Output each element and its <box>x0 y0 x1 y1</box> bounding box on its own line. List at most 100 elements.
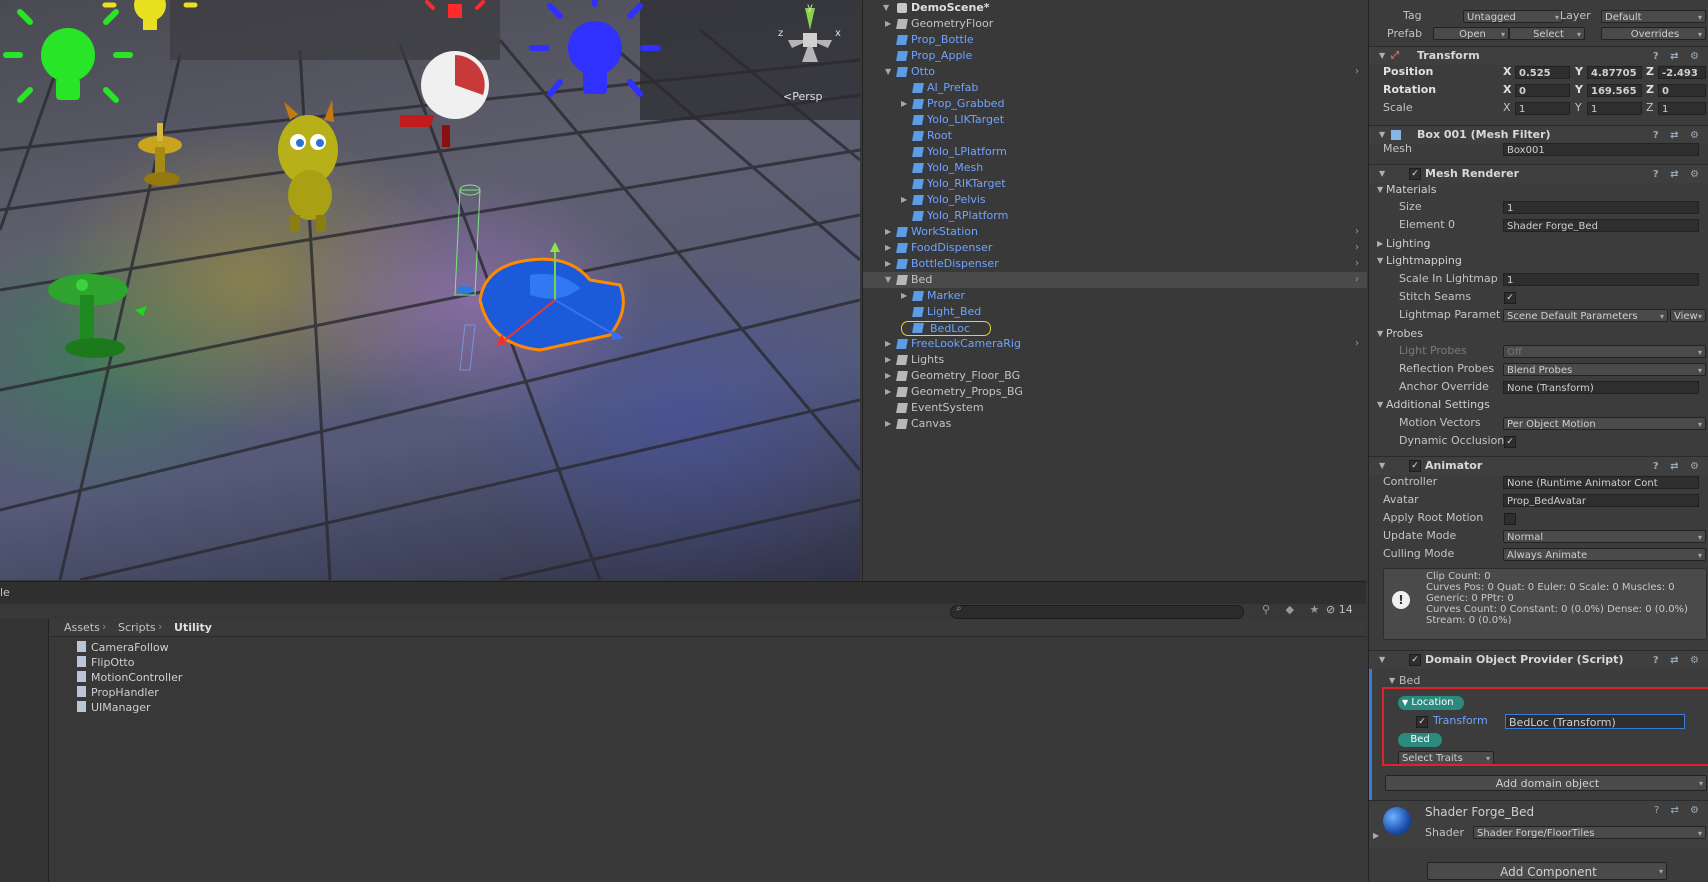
expand-right-icon[interactable]: ▶ <box>885 256 891 272</box>
add-component-button[interactable]: Add Component <box>1427 862 1667 880</box>
component-menu-icons[interactable]: ? ⇄ ⚙ <box>1654 805 1703 816</box>
hierarchy-row[interactable]: ▶ Lights <box>863 352 1367 368</box>
hierarchy-row[interactable]: BedLoc <box>863 320 1367 336</box>
rotation-y-field[interactable]: 169.565 <box>1587 84 1642 97</box>
scale-x-field[interactable]: 1 <box>1515 102 1570 115</box>
axis-gizmo[interactable]: y z x <box>770 0 850 80</box>
expand-right-icon[interactable]: ▶ <box>885 384 891 400</box>
material-foldout-arrow[interactable]: ▶ <box>1373 831 1379 840</box>
filter-icons[interactable]: ⚲ ◆ ★ <box>1262 603 1325 616</box>
expand-right-icon[interactable]: ▶ <box>885 224 891 240</box>
green-pedestal[interactable] <box>40 270 150 370</box>
dynamic-occlusion-checkbox[interactable]: ✓ <box>1504 436 1516 448</box>
expand-down-icon[interactable]: ▼ <box>885 64 891 80</box>
materials-foldout[interactable]: ▼ Materials <box>1369 182 1708 198</box>
chevron-right-icon[interactable]: › <box>1355 256 1359 272</box>
blue-light-icon[interactable] <box>520 0 670 115</box>
tag-dropdown[interactable]: Untagged <box>1463 10 1563 23</box>
persp-label[interactable]: <Persp <box>783 90 822 103</box>
layer-dropdown[interactable]: Default <box>1601 10 1706 23</box>
breadcrumb-scripts[interactable]: Scripts <box>118 621 156 634</box>
hierarchy-row[interactable]: ▶ Geometry_Floor_BG <box>863 368 1367 384</box>
hierarchy-row[interactable]: Yolo_RIKTarget <box>863 176 1367 192</box>
chevron-right-icon[interactable]: › <box>1355 272 1359 288</box>
project-search-input[interactable] <box>950 605 1244 619</box>
rotation-z-field[interactable]: 0 <box>1658 84 1706 97</box>
hierarchy-row[interactable]: Yolo_LIKTarget <box>863 112 1367 128</box>
add-domain-object-button[interactable]: Add domain object <box>1385 775 1707 791</box>
element0-field[interactable]: Shader Forge_Bed <box>1503 219 1699 232</box>
scene-root-row[interactable]: ▼ DemoScene* <box>863 0 1367 16</box>
anchor-override-field[interactable]: None (Transform) <box>1503 381 1699 394</box>
breadcrumb-assets[interactable]: Assets <box>64 621 100 634</box>
expand-right-icon[interactable]: ▶ <box>885 352 891 368</box>
script-file-item[interactable]: CameraFollow <box>77 640 169 656</box>
project-tab-label[interactable]: le <box>0 586 10 599</box>
domain-object-provider-header[interactable]: ▼ ✓ Domain Object Provider (Script) ? ⇄ ⚙ <box>1369 650 1708 669</box>
yellow-pedestal[interactable] <box>130 115 190 190</box>
prefab-open-button[interactable]: Open <box>1433 27 1509 40</box>
expand-right-icon[interactable]: ▶ <box>901 288 907 304</box>
apple-prop[interactable] <box>400 45 510 155</box>
red-light-icon[interactable] <box>425 0 485 30</box>
hierarchy-row[interactable]: Yolo_RPlatform <box>863 208 1367 224</box>
expand-right-icon[interactable]: ▶ <box>885 336 891 352</box>
mesh-field[interactable]: Box001 <box>1503 143 1699 156</box>
scene-view[interactable]: y z x <Persp <box>0 0 860 580</box>
culling-mode-dropdown[interactable]: Always Animate <box>1503 548 1706 561</box>
scale-lightmap-field[interactable]: 1 <box>1503 273 1699 286</box>
bed-object[interactable] <box>470 240 640 370</box>
hierarchy-row[interactable]: Light_Bed <box>863 304 1367 320</box>
stitch-seams-checkbox[interactable]: ✓ <box>1504 292 1516 304</box>
expand-down-icon[interactable]: ▼ <box>885 272 891 288</box>
position-x-field[interactable]: 0.525 <box>1515 66 1570 79</box>
chevron-right-icon[interactable]: › <box>1355 336 1359 352</box>
light-probes-dropdown[interactable]: Off <box>1503 345 1706 358</box>
animator-enabled-checkbox[interactable]: ✓ <box>1409 460 1421 472</box>
scale-z-field[interactable]: 1 <box>1658 102 1706 115</box>
expand-right-icon[interactable]: ▶ <box>885 16 891 32</box>
hierarchy-row[interactable]: ▶ Canvas <box>863 416 1367 432</box>
position-y-field[interactable]: 4.87705 <box>1587 66 1642 79</box>
hierarchy-row[interactable]: ▶ Prop_Grabbed <box>863 96 1367 112</box>
hierarchy-row[interactable]: ▶ GeometryFloor <box>863 16 1367 32</box>
script-file-item[interactable]: PropHandler <box>77 685 159 701</box>
hierarchy-row[interactable]: Root <box>863 128 1367 144</box>
component-menu-icons[interactable]: ? ⇄ ⚙ <box>1653 652 1703 670</box>
hierarchy-row[interactable]: Prop_Bottle <box>863 32 1367 48</box>
bed-foldout[interactable]: ▼ Bed <box>1369 675 1708 684</box>
additional-settings-foldout[interactable]: ▼ Additional Settings <box>1369 397 1708 413</box>
avatar-field[interactable]: Prop_BedAvatar <box>1503 494 1699 507</box>
mesh-renderer-enabled-checkbox[interactable]: ✓ <box>1409 168 1421 180</box>
rotation-x-field[interactable]: 0 <box>1515 84 1570 97</box>
motion-vectors-dropdown[interactable]: Per Object Motion <box>1503 417 1706 430</box>
hierarchy-row[interactable]: Prop_Apple <box>863 48 1367 64</box>
script-file-item[interactable]: UIManager <box>77 700 151 716</box>
hierarchy-row[interactable]: ▼ Bed › <box>863 272 1367 288</box>
hierarchy-row[interactable]: ▶ FoodDispenser › <box>863 240 1367 256</box>
script-file-item[interactable]: FlipOtto <box>77 655 134 671</box>
hierarchy-row[interactable]: EventSystem <box>863 400 1367 416</box>
root-motion-checkbox[interactable] <box>1504 513 1516 525</box>
update-mode-dropdown[interactable]: Normal <box>1503 530 1706 543</box>
script-file-item[interactable]: MotionController <box>77 670 182 686</box>
hierarchy-row[interactable]: ▶ WorkStation › <box>863 224 1367 240</box>
lighting-foldout[interactable]: ▶ Lighting <box>1369 236 1708 252</box>
hierarchy-row[interactable]: ▶ BottleDispenser › <box>863 256 1367 272</box>
expand-right-icon[interactable]: ▶ <box>885 240 891 256</box>
expand-right-icon[interactable]: ▶ <box>885 368 891 384</box>
hidden-count[interactable]: ⊘ 14 <box>1326 603 1353 616</box>
hierarchy-row[interactable]: ▼ Otto › <box>863 64 1367 80</box>
size-field[interactable]: 1 <box>1503 201 1699 214</box>
view-button[interactable]: View <box>1670 309 1706 322</box>
hierarchy-row[interactable]: ▶ FreeLookCameraRig › <box>863 336 1367 352</box>
shader-dropdown[interactable]: Shader Forge/FloorTiles <box>1473 826 1706 839</box>
project-folder-tree[interactable] <box>0 619 49 882</box>
hierarchy-row[interactable]: AI_Prefab <box>863 80 1367 96</box>
chevron-right-icon[interactable]: › <box>1355 224 1359 240</box>
breadcrumb-utility[interactable]: Utility <box>174 621 212 634</box>
scale-y-field[interactable]: 1 <box>1587 102 1642 115</box>
controller-field[interactable]: None (Runtime Animator Cont <box>1503 476 1699 489</box>
prefab-overrides-dropdown[interactable]: Overrides <box>1601 27 1706 40</box>
hierarchy-row[interactable]: ▶ Marker <box>863 288 1367 304</box>
